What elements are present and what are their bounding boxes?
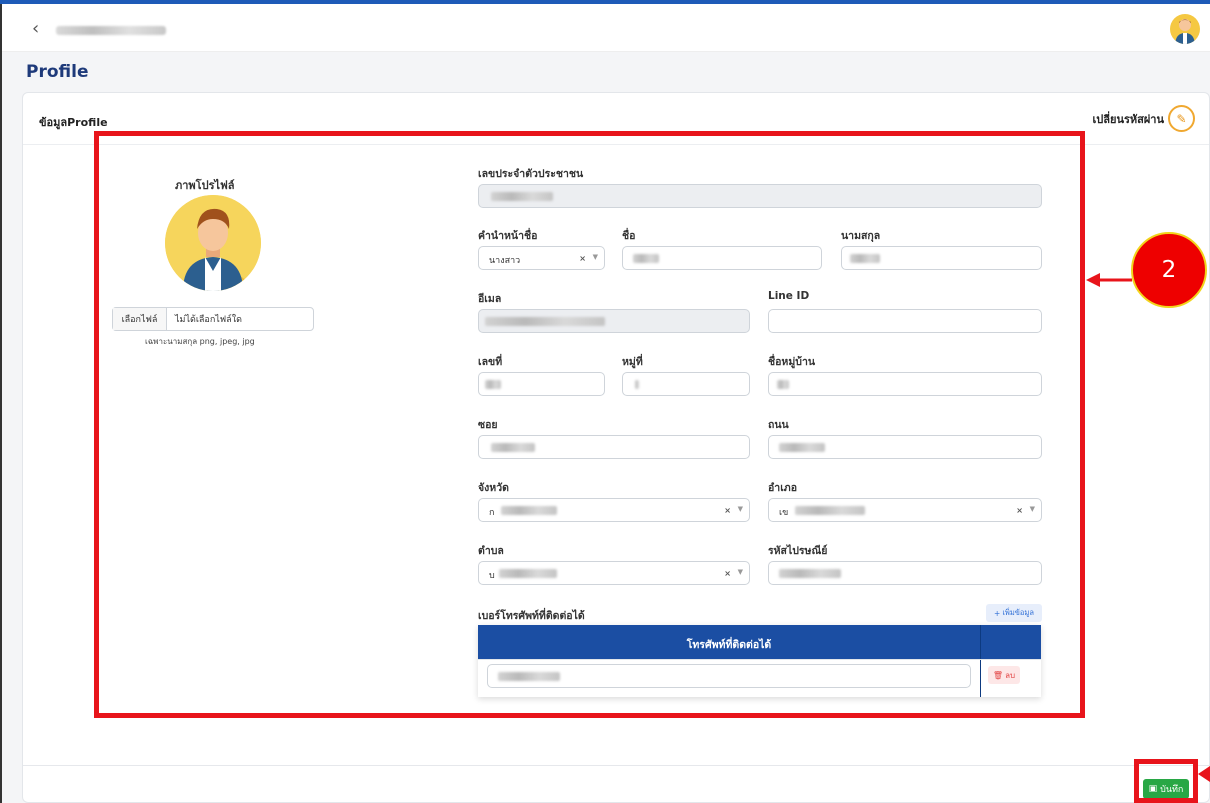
email-field	[478, 309, 750, 333]
subdistrict-label: ตำบล	[478, 545, 504, 557]
id-card-label: เลขประจำตัวประชาชน	[478, 168, 584, 180]
redacted-value	[779, 443, 825, 452]
village-label: ชื่อหมู่บ้าน	[768, 356, 816, 368]
callout-arrow	[1086, 273, 1132, 287]
redacted-value	[485, 380, 501, 389]
id-card-field	[478, 184, 1042, 208]
phones-column-header: โทรศัพท์ที่ติดต่อได้	[686, 639, 772, 651]
top-bar: ‹	[2, 4, 1210, 52]
profile-file-input[interactable]: เลือกไฟล์ ไม่ได้เลือกไฟล์ใด	[112, 307, 314, 331]
table-row: 🗑 ลบ	[478, 659, 1041, 697]
redacted-value	[795, 506, 865, 515]
add-phone-button[interactable]: + เพิ่มข้อมูล	[986, 604, 1042, 622]
redacted-value	[850, 254, 880, 263]
save-button[interactable]: ▣ บันทึก	[1143, 779, 1189, 799]
change-password-button[interactable]: เปลี่ยนรหัสผ่าน ✎	[1093, 105, 1195, 132]
plus-icon: +	[994, 608, 1001, 618]
redacted-value	[777, 380, 789, 389]
profile-picture	[165, 195, 261, 291]
phones-section-label: เบอร์โทรศัพท์ที่ติดต่อได้	[478, 610, 585, 622]
soi-label: ซอย	[478, 419, 498, 431]
phones-table: โทรศัพท์ที่ติดต่อได้ 🗑 ลบ	[478, 625, 1041, 697]
house-no-label: เลขที่	[478, 356, 503, 368]
postal-field[interactable]	[768, 561, 1042, 585]
choose-file-button[interactable]: เลือกไฟล์	[113, 308, 167, 330]
no-file-text: ไม่ได้เลือกไฟล์ใด	[175, 315, 242, 325]
moo-label: หมู่ที่	[622, 356, 643, 368]
province-label: จังหวัด	[478, 482, 509, 494]
subdistrict-select[interactable]: บ × ▼	[478, 561, 750, 585]
edit-icon[interactable]: ✎	[1168, 105, 1195, 132]
first-name-field[interactable]	[622, 246, 822, 270]
chevron-down-icon[interactable]: ▼	[593, 253, 598, 261]
clear-icon[interactable]: ×	[724, 506, 731, 515]
prefix-value: นางสาว	[489, 256, 521, 266]
card-title: ข้อมูลProfile	[39, 116, 108, 129]
redacted-value	[499, 569, 557, 578]
save-button-label: บันทึก	[1160, 785, 1184, 795]
redacted-value	[498, 672, 560, 681]
subdistrict-value: บ	[489, 571, 495, 581]
profile-photo-label: ภาพโปรไฟล์	[175, 179, 235, 192]
add-phone-label: เพิ่มข้อมูล	[1002, 608, 1034, 617]
clear-icon[interactable]: ×	[724, 569, 731, 578]
chevron-left-icon[interactable]: ‹	[32, 18, 39, 39]
breadcrumb-redacted	[56, 26, 166, 35]
house-no-field[interactable]	[478, 372, 605, 396]
district-label: อำเภอ	[768, 482, 798, 494]
redacted-value	[485, 317, 605, 326]
line-id-label: Line ID	[768, 290, 810, 302]
redacted-value	[501, 506, 557, 515]
redacted-value	[635, 380, 639, 389]
redacted-value	[779, 569, 841, 578]
prefix-select[interactable]: นางสาว × ▼	[478, 246, 605, 270]
redacted-value	[491, 443, 535, 452]
email-label: อีเมล	[478, 293, 502, 305]
province-select[interactable]: ก × ▼	[478, 498, 750, 522]
postal-label: รหัสไปรษณีย์	[768, 545, 828, 557]
district-select[interactable]: เข × ▼	[768, 498, 1042, 522]
card-footer-divider	[23, 765, 1209, 766]
trash-icon: 🗑	[992, 670, 1004, 680]
road-label: ถนน	[768, 419, 789, 431]
clear-icon[interactable]: ×	[579, 254, 586, 263]
road-field[interactable]	[768, 435, 1042, 459]
floppy-disk-icon: ▣	[1148, 784, 1158, 794]
delete-phone-button[interactable]: 🗑 ลบ	[988, 666, 1020, 684]
last-name-label: นามสกุล	[841, 230, 881, 242]
district-value: เข	[779, 508, 789, 518]
line-id-field[interactable]	[768, 309, 1042, 333]
phones-table-header: โทรศัพท์ที่ติดต่อได้	[478, 625, 1041, 659]
user-avatar[interactable]	[1170, 14, 1200, 44]
save-callout-arrow	[1198, 766, 1210, 782]
user-avatar-icon	[1175, 19, 1195, 44]
card-header: ข้อมูลProfile เปลี่ยนรหัสผ่าน ✎	[23, 93, 1209, 145]
delete-phone-label: ลบ	[1005, 670, 1016, 680]
province-value: ก	[489, 508, 495, 518]
chevron-down-icon[interactable]: ▼	[1030, 505, 1035, 513]
last-name-field[interactable]	[841, 246, 1042, 270]
redacted-value	[633, 254, 659, 263]
change-password-label: เปลี่ยนรหัสผ่าน	[1092, 112, 1164, 126]
prefix-label: คำนำหน้าชื่อ	[478, 230, 538, 242]
phone-field[interactable]	[487, 664, 971, 688]
village-field[interactable]	[768, 372, 1042, 396]
chevron-down-icon[interactable]: ▼	[738, 505, 743, 513]
soi-field[interactable]	[478, 435, 750, 459]
file-type-hint: เฉพาะนามสกุล png, jpeg, jpg	[145, 337, 255, 346]
redacted-value	[491, 192, 553, 201]
callout-badge: 2	[1131, 232, 1207, 308]
page-title: Profile	[26, 62, 89, 82]
moo-field[interactable]	[622, 372, 750, 396]
first-name-label: ชื่อ	[622, 230, 636, 242]
chevron-down-icon[interactable]: ▼	[738, 568, 743, 576]
profile-avatar-icon	[165, 195, 261, 291]
clear-icon[interactable]: ×	[1016, 506, 1023, 515]
